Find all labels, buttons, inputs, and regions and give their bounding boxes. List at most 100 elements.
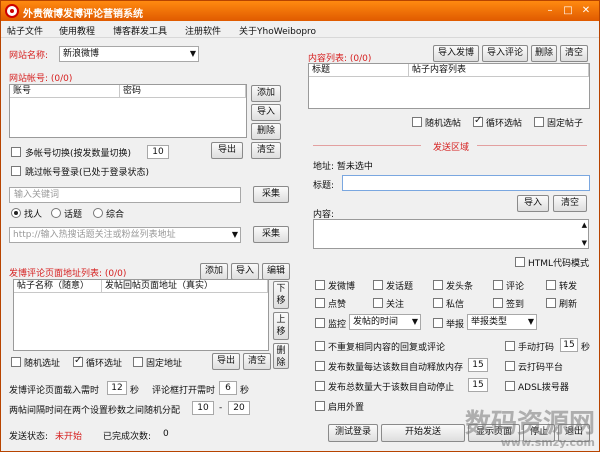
load-time-unit: 秒 [130,386,140,396]
chevron-down-icon: ▼ [411,317,418,326]
external-checkbox[interactable] [315,401,325,411]
delete-account-button[interactable]: 删除 [251,123,281,140]
collect-keyword-button[interactable]: 采集 [253,186,289,203]
delete-content-button[interactable]: 删除 [531,45,557,62]
add-post-button[interactable]: 添加 [200,263,228,280]
open-time-input[interactable]: 6 [219,381,237,395]
action-forward-label: 转发 [559,282,578,292]
fixed-post-checkbox[interactable] [534,117,544,127]
adsl-checkbox[interactable] [505,381,515,391]
interval-max-input[interactable]: 20 [228,401,250,415]
clear-account-button[interactable]: 清空 [251,142,281,159]
report-checkbox[interactable] [433,318,443,328]
export-account-button[interactable]: 导出 [211,142,243,159]
radio-all[interactable] [93,208,103,218]
test-login-button[interactable]: 测试登录 [328,424,378,442]
title-label: 标题: [313,181,335,191]
load-time-input[interactable]: 12 [107,381,127,395]
radio-topic[interactable] [51,208,61,218]
html-mode-checkbox[interactable] [515,257,525,267]
content-table[interactable]: 标题 帖子内容列表 [308,63,590,109]
auto-release-count[interactable]: 15 [468,358,488,372]
done-count-label: 已完成次数: [103,432,152,442]
move-up-button[interactable]: 上移 [273,312,289,340]
add-account-button[interactable]: 添加 [251,85,281,102]
menu-about[interactable]: 关于YhoWeibopro [239,24,316,37]
import-account-button[interactable]: 导入 [251,104,281,121]
scroll-down-icon[interactable]: ▼ [582,239,587,247]
clear-title-button[interactable]: 清空 [553,195,587,212]
radio-people[interactable] [11,208,21,218]
action-message-checkbox[interactable] [433,298,443,308]
edit-post-button[interactable]: 编辑 [262,263,290,280]
interval-label: 两帖间隔时间在两个设置秒数之间随机分配 [9,406,181,416]
menu-tutorial[interactable]: 使用教程 [59,24,95,37]
auto-stop-label: 发布总数量大于该数目自动停止 [328,383,455,393]
action-like-checkbox[interactable] [315,298,325,308]
action-comment-checkbox[interactable] [493,280,503,290]
import-post-button[interactable]: 导入 [231,263,259,280]
action-follow-checkbox[interactable] [373,298,383,308]
loop-post-checkbox[interactable] [473,115,483,127]
action-checkin-label: 签到 [506,300,525,310]
content-textarea[interactable]: ▲ ▼ [313,219,589,249]
monitor-checkbox[interactable] [315,318,325,328]
multi-switch-count[interactable]: 10 [147,145,169,159]
auto-stop-count[interactable]: 15 [468,378,488,392]
move-down-button[interactable]: 下移 [273,281,289,309]
action-checkin-checkbox[interactable] [493,298,503,308]
load-time-label: 发博评论页面载入需时 [9,386,100,396]
manual-code-checkbox[interactable] [505,341,515,351]
action-follow-label: 关注 [386,300,405,310]
watermark-text: 数码资源网 [464,409,595,439]
random-post-checkbox[interactable] [412,117,422,127]
manual-code-seconds[interactable]: 15 [560,338,578,352]
keyword-input[interactable]: 输入关键词 [9,187,241,203]
site-name-select[interactable]: 新浪微博 ▼ [59,46,199,62]
chevron-down-icon: ▼ [189,49,196,58]
action-post-weibo-checkbox[interactable] [315,280,325,290]
cloud-code-checkbox[interactable] [505,361,515,371]
accounts-table[interactable]: 账号 密码 [9,84,247,138]
menu-blog-tool[interactable]: 博客群发工具 [113,24,167,37]
no-repeat-checkbox[interactable] [315,341,325,351]
loop-address-checkbox[interactable] [73,355,83,367]
minimize-icon[interactable]: – [541,4,559,18]
import-comment-button[interactable]: 导入评论 [482,45,528,62]
start-send-button[interactable]: 开始发送 [381,424,465,442]
action-forward-checkbox[interactable] [546,280,556,290]
action-refresh-checkbox[interactable] [546,298,556,308]
url-select[interactable]: http://输入热搜话题关注或粉丝列表地址 ▼ [9,227,241,243]
auto-stop-checkbox[interactable] [315,381,325,391]
report-select[interactable]: 举报类型 ▼ [467,314,537,330]
random-address-checkbox[interactable] [11,357,21,367]
clear-post-button[interactable]: 清空 [243,353,271,370]
monitor-select[interactable]: 发帖的时间 ▼ [349,314,421,330]
posts-table[interactable]: 帖子名称（随意） 发帖回帖页面地址（真实） [13,279,269,351]
collect-url-button[interactable]: 采集 [253,226,289,243]
close-icon[interactable]: ✕ [577,4,595,18]
action-headline-checkbox[interactable] [433,280,443,290]
action-post-topic-checkbox[interactable] [373,280,383,290]
delete-post-button[interactable]: 删除 [273,343,289,369]
scroll-up-icon[interactable]: ▲ [582,221,587,229]
divider [313,145,421,146]
multi-switch-checkbox[interactable] [11,147,21,157]
import-post-content-button[interactable]: 导入发博 [433,45,479,62]
title-input[interactable] [342,175,590,191]
export-post-button[interactable]: 导出 [212,353,240,370]
manual-code-unit: 秒 [581,343,591,353]
import-title-button[interactable]: 导入 [517,195,549,212]
fixed-address-checkbox[interactable] [133,357,143,367]
menu-bar: 帖子文件 使用教程 博客群发工具 注册软件 关于YhoWeibopro [1,21,599,38]
clear-content-button[interactable]: 清空 [560,45,588,62]
menu-register[interactable]: 注册软件 [185,24,221,37]
send-status-value: 未开始 [55,432,83,442]
menu-post-file[interactable]: 帖子文件 [7,24,43,37]
column-header-post-name: 帖子名称（随意） [14,280,102,293]
auto-release-checkbox[interactable] [315,361,325,371]
skip-login-checkbox[interactable] [11,166,21,176]
interval-min-input[interactable]: 10 [192,401,214,415]
maximize-icon[interactable]: □ [559,4,577,18]
adsl-label: ADSL拨号器 [518,383,569,393]
